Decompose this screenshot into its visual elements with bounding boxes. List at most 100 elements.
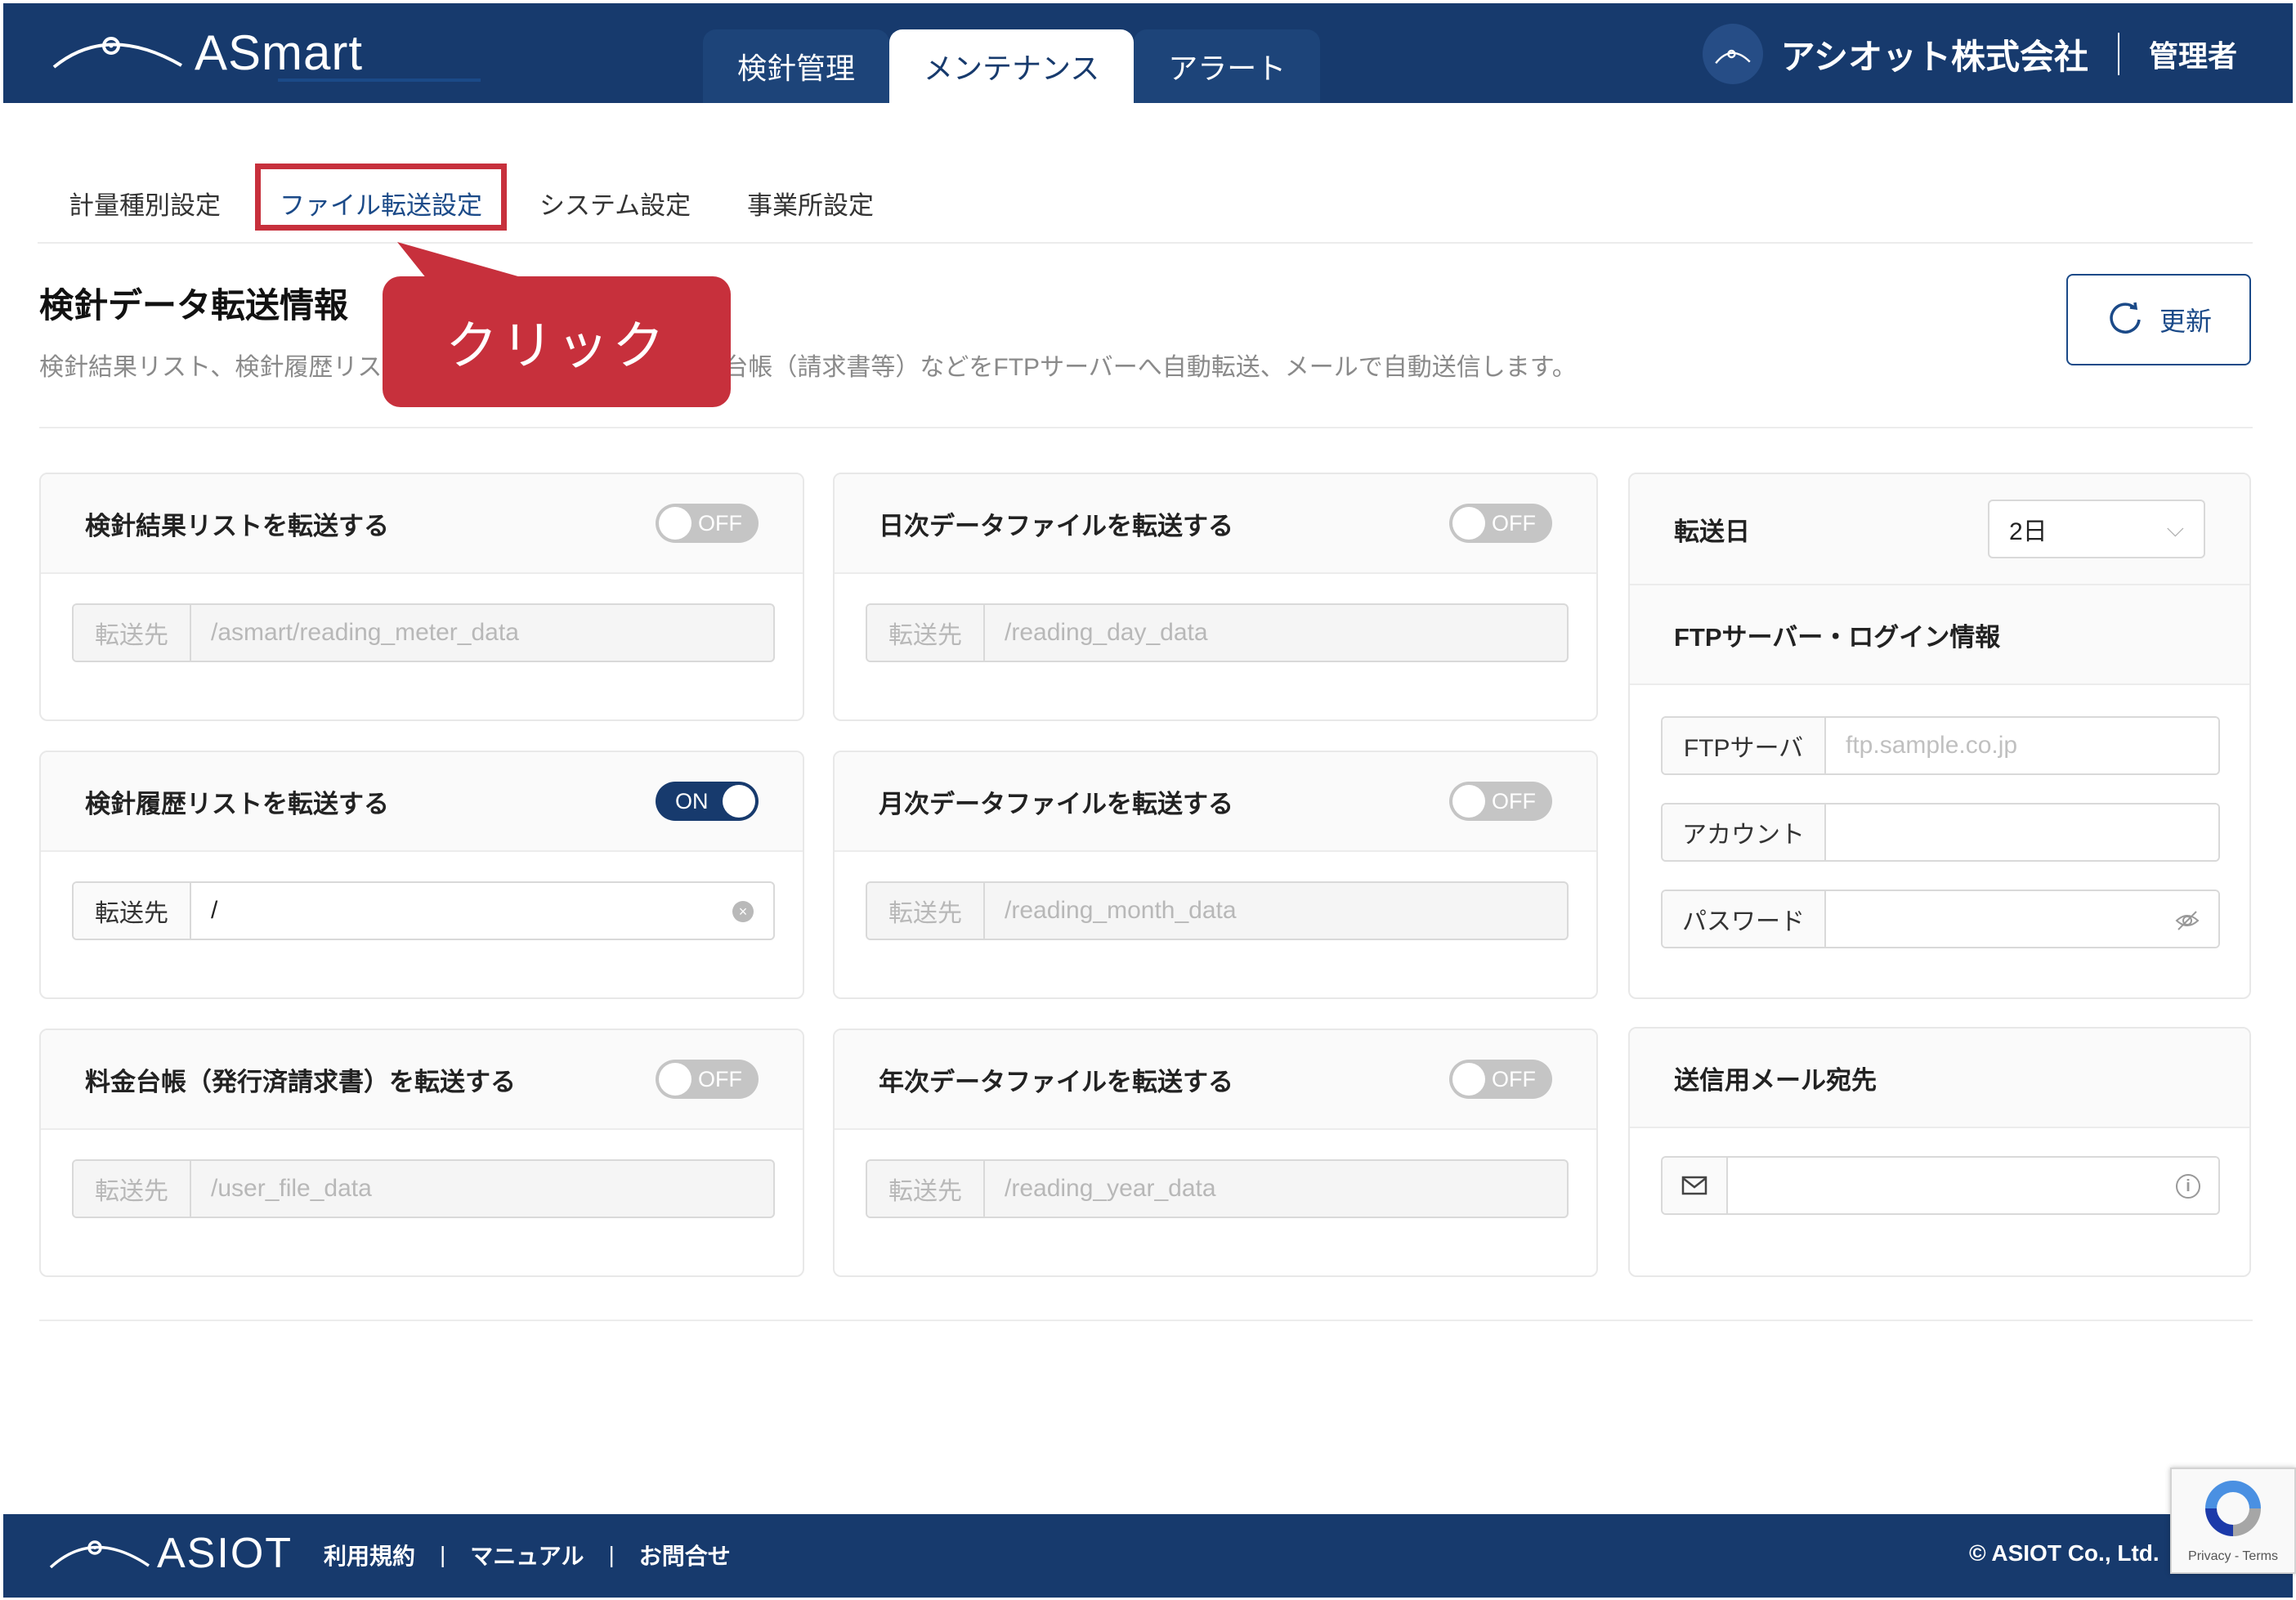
click-callout: クリック	[383, 276, 731, 407]
footer-links: 利用規約 | マニュアル | お問合せ	[324, 1539, 731, 1571]
card-reading-history-list: 検針履歴リストを転送する ON 転送先 ×	[39, 751, 804, 999]
toggle-label: OFF	[1492, 788, 1536, 813]
transfer-toggle[interactable]: OFF	[656, 1060, 759, 1099]
ftp-settings-card: 転送日 2日 ⌵ FTPサーバー・ログイン情報 FTPサーバ アカウント パスワ…	[1628, 473, 2251, 999]
footer-separator: |	[608, 1542, 615, 1567]
ftp-server-field: FTPサーバ	[1661, 716, 2220, 775]
destination-input[interactable]	[985, 883, 1567, 939]
footer-logo-text: ASIOT	[157, 1530, 293, 1577]
section-divider-bottom	[39, 1320, 2253, 1321]
copyright: © ASIOT Co., Ltd.	[1969, 1540, 2159, 1566]
card-header: 月次データファイルを転送する OFF	[835, 752, 1596, 852]
card-yearly-data-file: 年次データファイルを転送する OFF 転送先	[833, 1029, 1598, 1277]
top-header: ASmart 検針管理 メンテナンス アラート アシオット株式会社 管理者	[3, 3, 2293, 103]
refresh-icon	[2110, 302, 2141, 334]
transfer-toggle[interactable]: OFF	[656, 504, 759, 543]
destination-input[interactable]	[191, 883, 773, 939]
toggle-knob	[723, 785, 755, 818]
card-reading-result-list: 検針結果リストを転送する OFF 転送先	[39, 473, 804, 721]
user-role[interactable]: 管理者	[2149, 33, 2237, 75]
toggle-label: OFF	[1492, 1066, 1536, 1091]
destination-input[interactable]	[985, 1161, 1567, 1217]
transfer-toggle[interactable]: OFF	[1449, 782, 1552, 821]
card-title: 料金台帳（発行済請求書）を転送する	[85, 1067, 516, 1096]
ftp-password-field: パスワード	[1661, 890, 2220, 948]
subtab-meter-type-settings[interactable]: 計量種別設定	[69, 185, 221, 222]
ftp-section-title: FTPサーバー・ログイン情報	[1674, 622, 2001, 652]
clear-icon[interactable]: ×	[732, 901, 754, 922]
tab-alert[interactable]: アラート	[1134, 29, 1321, 103]
card-billing-ledger: 料金台帳（発行済請求書）を転送する OFF 転送先	[39, 1029, 804, 1277]
toggle-knob	[659, 507, 691, 540]
footer-link-terms[interactable]: 利用規約	[324, 1539, 415, 1571]
destination-input[interactable]	[191, 605, 773, 661]
destination-label: 転送先	[867, 605, 985, 661]
destination-label: 転送先	[867, 883, 985, 939]
destination-label: 転送先	[867, 1161, 985, 1217]
toggle-label: OFF	[698, 1066, 742, 1091]
toggle-label: ON	[675, 788, 709, 813]
destination-field: 転送先	[866, 881, 1569, 940]
footer-separator: |	[440, 1542, 446, 1567]
refresh-button[interactable]: 更新	[2066, 274, 2251, 365]
company-avatar	[1702, 24, 1763, 84]
mail-input[interactable]	[1728, 1158, 2218, 1213]
tab-maintenance[interactable]: メンテナンス	[889, 29, 1135, 103]
destination-field: 転送先	[72, 1159, 775, 1218]
footer-link-manual[interactable]: マニュアル	[470, 1539, 584, 1571]
active-subtab-underline	[278, 78, 481, 82]
toggle-label: OFF	[698, 510, 742, 536]
mail-addon	[1663, 1158, 1728, 1213]
card-title: 日次データファイルを転送する	[879, 511, 1233, 540]
header-divider	[2117, 33, 2119, 75]
tab-reading-management[interactable]: 検針管理	[703, 29, 890, 103]
transfer-toggle[interactable]: OFF	[1449, 504, 1552, 543]
destination-field: 転送先 ×	[72, 881, 775, 940]
footer-link-contact[interactable]: お問合せ	[639, 1539, 731, 1571]
ftp-password-input[interactable]	[1826, 891, 2218, 947]
subtab-office-settings[interactable]: 事業所設定	[747, 185, 874, 222]
toggle-knob	[1452, 1063, 1485, 1096]
section-divider-top	[39, 427, 2253, 428]
mail-settings-card: 送信用メール宛先 i	[1628, 1027, 2251, 1277]
transfer-toggle[interactable]: ON	[656, 782, 759, 821]
app-logo[interactable]: ASmart	[51, 20, 363, 85]
mail-field: i	[1661, 1156, 2220, 1215]
ftp-section-header: FTPサーバー・ログイン情報	[1630, 585, 2249, 685]
destination-field: 転送先	[866, 1159, 1569, 1218]
envelope-icon	[1681, 1176, 1707, 1195]
card-header: 検針履歴リストを転送する ON	[41, 752, 803, 852]
destination-field: 転送先	[866, 603, 1569, 662]
company-name: アシオット株式会社	[1780, 37, 2088, 76]
chevron-down-icon: ⌵	[2166, 515, 2184, 541]
click-highlight-box	[255, 164, 507, 231]
ftp-account-label: アカウント	[1663, 804, 1826, 860]
recaptcha-badge[interactable]: Privacy - Terms	[2170, 1468, 2296, 1574]
card-header: 日次データファイルを転送する OFF	[835, 474, 1596, 574]
card-header: 検針結果リストを転送する OFF	[41, 474, 803, 574]
ftp-server-input[interactable]	[1826, 718, 2218, 773]
card-title: 検針結果リストを転送する	[85, 511, 389, 540]
transfer-day-value: 2日	[2009, 518, 2048, 545]
footer-logo: ASIOT	[47, 1529, 293, 1578]
ftp-account-input[interactable]	[1826, 804, 2218, 860]
page-title: 検針データ転送情報	[39, 286, 349, 325]
ftp-password-label: パスワード	[1663, 891, 1826, 947]
card-title: 検針履歴リストを転送する	[85, 789, 389, 818]
destination-input[interactable]	[191, 1161, 773, 1217]
description-part-1: 検針結果リスト、検針履歴リス	[39, 354, 383, 381]
ftp-account-field: アカウント	[1661, 803, 2220, 862]
card-daily-data-file: 日次データファイルを転送する OFF 転送先	[833, 473, 1598, 721]
transfer-toggle[interactable]: OFF	[1449, 1060, 1552, 1099]
subtab-system-settings[interactable]: システム設定	[539, 185, 691, 222]
transfer-day-select[interactable]: 2日 ⌵	[1988, 500, 2205, 558]
destination-input[interactable]	[985, 605, 1567, 661]
info-icon[interactable]: i	[2176, 1174, 2200, 1199]
eye-slash-icon[interactable]	[2174, 908, 2200, 934]
logo-text: ASmart	[195, 25, 364, 80]
card-monthly-data-file: 月次データファイルを転送する OFF 転送先	[833, 751, 1598, 999]
toggle-label: OFF	[1492, 510, 1536, 536]
card-header: 料金台帳（発行済請求書）を転送する OFF	[41, 1030, 803, 1130]
mail-section-title: 送信用メール宛先	[1674, 1065, 1877, 1095]
destination-label: 転送先	[74, 1161, 191, 1217]
